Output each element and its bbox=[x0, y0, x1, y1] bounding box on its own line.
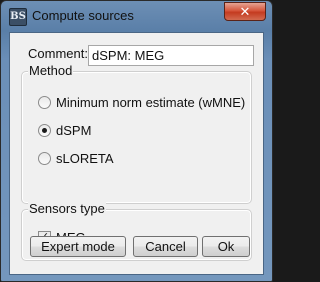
comment-label: Comment: bbox=[28, 46, 88, 61]
close-icon: ✕ bbox=[239, 4, 251, 19]
brainstorm-app-icon: BS bbox=[9, 8, 27, 26]
method-option-label: dSPM bbox=[56, 123, 92, 138]
title-bar[interactable]: BS Compute sources ✕ bbox=[1, 1, 272, 31]
cancel-button[interactable]: Cancel bbox=[133, 236, 198, 257]
comment-input[interactable] bbox=[88, 45, 254, 66]
radio-button-selected[interactable] bbox=[38, 124, 51, 137]
radio-button[interactable] bbox=[38, 152, 51, 165]
radio-selected-dot bbox=[42, 128, 47, 133]
window-title: Compute sources bbox=[32, 8, 134, 23]
close-button[interactable]: ✕ bbox=[224, 2, 266, 21]
method-legend: Method bbox=[28, 63, 74, 78]
sensors-type-legend: Sensors type bbox=[28, 201, 106, 216]
method-option-label: sLORETA bbox=[56, 151, 114, 166]
expert-mode-button[interactable]: Expert mode bbox=[30, 236, 126, 257]
method-option-label: Minimum norm estimate (wMNE) bbox=[56, 95, 246, 110]
dialog-body: Comment: Method Minimum norm estimate (w… bbox=[9, 32, 264, 275]
ok-button[interactable]: Ok bbox=[202, 236, 250, 257]
radio-button[interactable] bbox=[38, 96, 51, 109]
compute-sources-window: BS Compute sources ✕ Comment: Method Min… bbox=[0, 0, 273, 282]
method-group: Method Minimum norm estimate (wMNE) dSPM… bbox=[21, 63, 252, 204]
